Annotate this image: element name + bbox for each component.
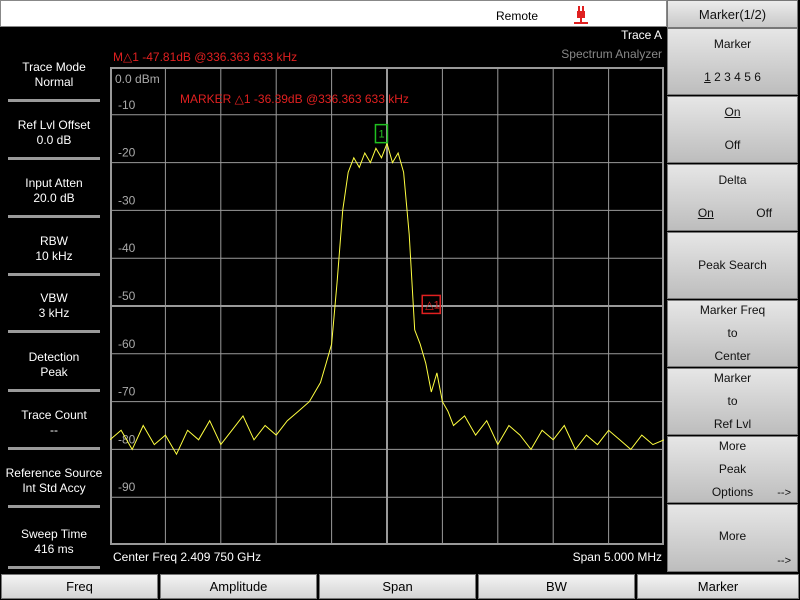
y-tick-label: -10 <box>118 98 136 112</box>
divider <box>8 505 100 508</box>
marker-number-2[interactable]: 2 <box>714 70 721 84</box>
tab-span[interactable]: Span <box>319 574 476 599</box>
tab-freq[interactable]: Freq <box>1 574 158 599</box>
mode-label: Spectrum Analyzer <box>561 47 662 61</box>
arrow-right-icon: --> <box>777 487 791 499</box>
reference-source-setting: Reference Source Int Std Accy <box>5 466 103 495</box>
y-tick-label: -70 <box>118 385 136 399</box>
vbw-setting: VBW 3 kHz <box>38 291 70 320</box>
y-tick-label: -60 <box>118 337 136 351</box>
tab-bw[interactable]: BW <box>478 574 635 599</box>
marker-annotation: MARKER △1 -36.39dB @336.363 633 kHz <box>180 92 409 106</box>
trace-mode-setting: Trace Mode Normal <box>22 60 86 89</box>
settings-panel: Trace Mode Normal Ref Lvl Offset 0.0 dB … <box>0 27 110 573</box>
marker-1-label: 1 <box>378 129 384 141</box>
trace-label: Trace A <box>621 28 662 42</box>
marker-readout: M△1 -47.81dB @336.363 633 kHz <box>113 50 298 64</box>
y-tick-label: -50 <box>118 289 136 303</box>
marker-number-1[interactable]: 1 <box>704 70 711 84</box>
marker-select-button[interactable]: Marker 1 2 3 4 5 6 <box>667 28 798 95</box>
tab-amplitude[interactable]: Amplitude <box>160 574 317 599</box>
divider <box>8 215 100 218</box>
softkey-panel: Marker(1/2) Marker 1 2 3 4 5 6 On Off De… <box>667 0 800 573</box>
input-atten-setting: Input Atten 20.0 dB <box>25 176 83 205</box>
spectrum-plot[interactable]: -10-20-30-40-50-60-70-80-90 0.0 dBm MARK… <box>110 67 664 545</box>
detection-setting: Detection Peak <box>28 350 80 379</box>
ref-lvl-offset-setting: Ref Lvl Offset 0.0 dB <box>17 118 91 147</box>
sweep-time-setting: Sweep Time 416 ms <box>20 527 88 556</box>
divider <box>8 447 100 450</box>
remote-indicator: Remote <box>496 9 539 23</box>
marker-number-3[interactable]: 3 <box>724 70 731 84</box>
tab-marker[interactable]: Marker <box>637 574 799 599</box>
power-plug-icon <box>574 6 588 24</box>
more-peak-options-button[interactable]: More Peak Options --> <box>667 436 798 503</box>
divider <box>8 330 100 333</box>
marker-number-6[interactable]: 6 <box>754 70 761 84</box>
y-tick-label: -90 <box>118 480 136 494</box>
marker-to-ref-lvl-button[interactable]: Marker to Ref Lvl <box>667 368 798 435</box>
more-button[interactable]: More --> <box>667 504 798 572</box>
marker-on-off-button[interactable]: On Off <box>667 96 798 163</box>
rbw-setting: RBW 10 kHz <box>35 234 73 263</box>
delta-toggle-button[interactable]: Delta On Off <box>667 164 798 231</box>
y-tick-labels: -10-20-30-40-50-60-70-80-90 <box>118 98 136 494</box>
trace-count-setting: Trace Count -- <box>21 408 87 437</box>
marker-number-5[interactable]: 5 <box>744 70 751 84</box>
divider <box>8 566 100 569</box>
y-tick-label: -30 <box>118 193 136 207</box>
menu-title: Marker(1/2) <box>667 0 798 28</box>
divider <box>8 99 100 102</box>
y-tick-label: -40 <box>118 241 136 255</box>
arrow-right-icon: --> <box>777 555 791 567</box>
center-freq-label: Center Freq 2.409 750 GHz <box>113 550 262 564</box>
marker-number-4[interactable]: 4 <box>734 70 741 84</box>
main-menu-bar: Freq Amplitude Span BW Marker <box>0 573 800 600</box>
peak-search-button[interactable]: Peak Search <box>667 232 798 299</box>
ref-level-label: 0.0 dBm <box>115 72 160 86</box>
divider <box>8 157 100 160</box>
status-bar: Remote <box>0 0 667 27</box>
divider <box>8 389 100 392</box>
marker-freq-to-center-button[interactable]: Marker Freq to Center <box>667 300 798 367</box>
delta-marker-label: △1 <box>425 299 440 311</box>
span-label: Span 5.000 MHz <box>572 550 662 564</box>
divider <box>8 273 100 276</box>
y-tick-label: -20 <box>118 146 136 160</box>
